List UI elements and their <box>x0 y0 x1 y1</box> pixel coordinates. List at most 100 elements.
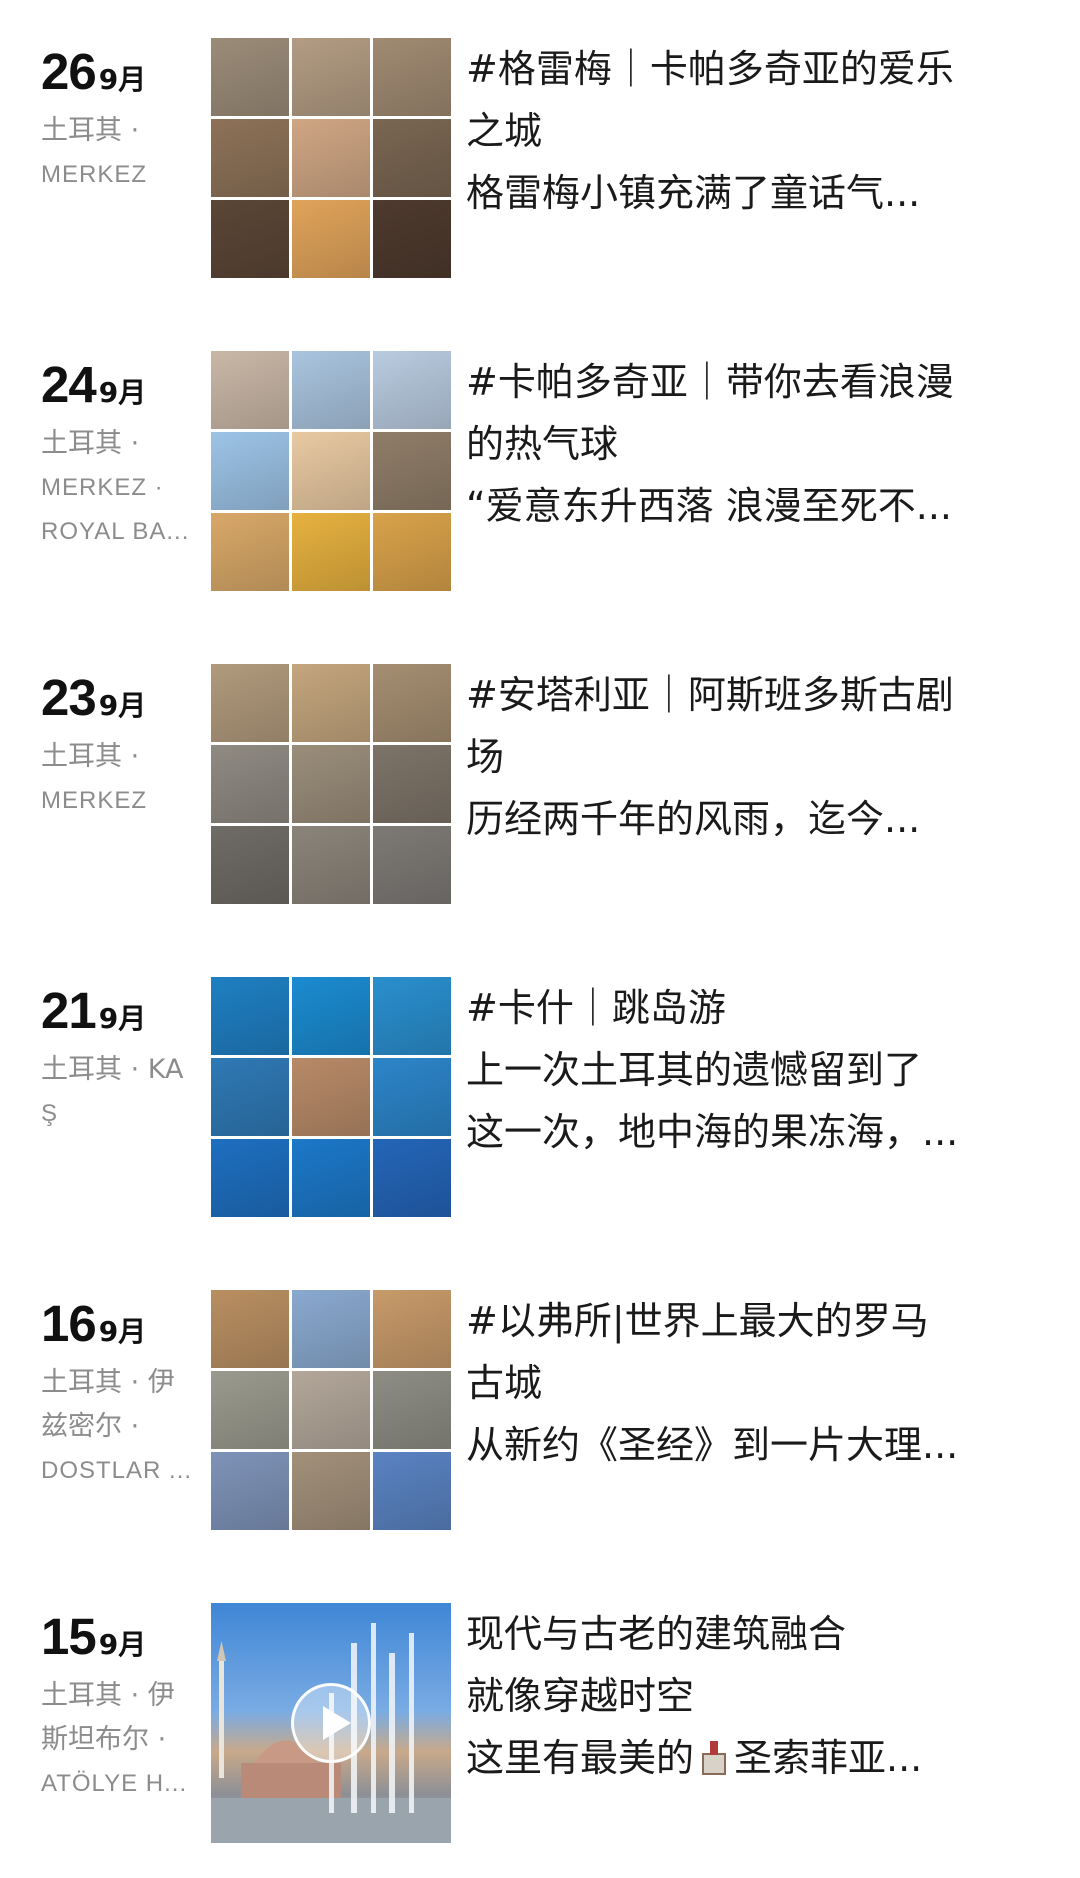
photo-cell <box>292 1290 370 1368</box>
location-line: ROYAL BA... <box>41 518 190 545</box>
photo-cell <box>373 664 451 742</box>
photo-cell <box>211 1139 289 1217</box>
photo-cell <box>211 1058 289 1136</box>
photo-cell <box>373 745 451 823</box>
photo-cell <box>373 119 451 197</box>
photo-cell <box>373 1058 451 1136</box>
post-day: 16 <box>41 1295 97 1352</box>
photo-cell <box>211 1452 289 1530</box>
post-day: 24 <box>41 356 97 413</box>
post-item[interactable]: 26 9月 土耳其 · MERKEZ #格雷梅｜卡帕多奇亚的爱乐 之城 格雷梅小镇… <box>0 38 1080 278</box>
post-location: 土耳其 · MERKEZ <box>41 735 191 823</box>
photo-cell <box>292 1058 370 1136</box>
photo-cell <box>292 1452 370 1530</box>
post-location: 土耳其 · MERKEZ · ROYAL BA... <box>41 422 191 554</box>
photo-cell <box>373 1290 451 1368</box>
post-day: 26 <box>41 43 97 100</box>
caption-line: #安塔利亚｜阿斯班多斯古剧 <box>466 673 954 717</box>
photo-cell <box>211 351 289 429</box>
caption-line: 历经两千年的风雨，迄今... <box>466 797 921 841</box>
post-item[interactable]: 15 9月 土耳其 · 伊 斯坦布尔 · ATÖLYE H... 现代与古老的建… <box>0 1603 1080 1843</box>
photo-cell <box>211 977 289 1055</box>
location-line: 土耳其 · <box>41 741 140 772</box>
caption-line: 这一次，地中海的果冻海，... <box>466 1110 959 1154</box>
church-icon <box>696 1739 732 1775</box>
post-day: 21 <box>41 982 97 1039</box>
post-month: 9月 <box>98 1628 147 1661</box>
caption-line: 场 <box>466 735 505 779</box>
photo-cell <box>292 745 370 823</box>
photo-cell <box>292 119 370 197</box>
video-thumbnail[interactable] <box>211 1603 451 1843</box>
photo-grid-thumbnail[interactable] <box>211 977 451 1217</box>
photo-grid-thumbnail[interactable] <box>211 351 451 591</box>
post-date: 21 9月 土耳其 · KA Ş <box>41 985 191 1136</box>
caption-line: 古城 <box>466 1361 543 1405</box>
caption-line: 的热气球 <box>466 422 619 466</box>
photo-cell <box>211 432 289 510</box>
photo-cell <box>292 1139 370 1217</box>
location-line: 斯坦布尔 · <box>41 1724 167 1755</box>
photo-cell <box>211 1290 289 1368</box>
location-line: MERKEZ · <box>41 474 164 501</box>
photo-cell <box>292 977 370 1055</box>
photo-cell <box>292 826 370 904</box>
location-line: Ş <box>41 1100 59 1127</box>
post-caption[interactable]: #格雷梅｜卡帕多奇亚的爱乐 之城 格雷梅小镇充满了童话气... <box>466 38 1031 224</box>
post-caption[interactable]: #卡什｜跳岛游 上一次土耳其的遗憾留到了 这一次，地中海的果冻海，... <box>466 977 1031 1163</box>
post-caption[interactable]: #卡帕多奇亚｜带你去看浪漫 的热气球 “爱意东升西落 浪漫至死不... <box>466 351 1031 537</box>
photo-cell <box>373 977 451 1055</box>
location-line: DOSTLAR ... <box>41 1457 191 1484</box>
play-icon[interactable] <box>291 1683 371 1763</box>
photo-cell <box>373 432 451 510</box>
post-date: 23 9月 土耳其 · MERKEZ <box>41 672 191 823</box>
caption-text: 这里有最美的 <box>466 1736 695 1780</box>
post-date: 24 9月 土耳其 · MERKEZ · ROYAL BA... <box>41 359 191 554</box>
post-caption[interactable]: 现代与古老的建筑融合 就像穿越时空 这里有最美的 圣索菲亚... <box>466 1603 1031 1789</box>
post-day: 23 <box>41 669 97 726</box>
photo-cell <box>373 1452 451 1530</box>
post-location: 土耳其 · 伊 斯坦布尔 · ATÖLYE H... <box>41 1674 191 1806</box>
photo-cell <box>211 38 289 116</box>
post-month: 9月 <box>98 1002 147 1035</box>
location-line: ATÖLYE H... <box>41 1770 188 1797</box>
photo-cell <box>292 351 370 429</box>
photo-cell <box>211 513 289 591</box>
photo-grid-thumbnail[interactable] <box>211 38 451 278</box>
photo-cell <box>373 513 451 591</box>
photo-cell <box>292 432 370 510</box>
post-item[interactable]: 23 9月 土耳其 · MERKEZ #安塔利亚｜阿斯班多斯古剧 场 历经两千年的… <box>0 664 1080 904</box>
photo-cell <box>292 664 370 742</box>
photo-cell <box>292 1371 370 1449</box>
photo-grid-thumbnail[interactable] <box>211 664 451 904</box>
photo-cell <box>211 664 289 742</box>
photo-cell <box>211 826 289 904</box>
caption-line: #卡什｜跳岛游 <box>466 986 726 1030</box>
photo-cell <box>211 200 289 278</box>
photo-cell <box>211 1371 289 1449</box>
post-item[interactable]: 24 9月 土耳其 · MERKEZ · ROYAL BA... #卡帕多奇亚｜带… <box>0 351 1080 591</box>
caption-line: #以弗所|世界上最大的罗马 <box>466 1299 929 1343</box>
post-caption[interactable]: #安塔利亚｜阿斯班多斯古剧 场 历经两千年的风雨，迄今... <box>466 664 1031 850</box>
caption-line: #卡帕多奇亚｜带你去看浪漫 <box>466 360 954 404</box>
caption-line: 这里有最美的 圣索菲亚... <box>466 1727 1031 1789</box>
post-item[interactable]: 21 9月 土耳其 · KA Ş #卡什｜跳岛游 上一次土耳其的遗憾留到了 这一次… <box>0 977 1080 1217</box>
location-line: MERKEZ <box>41 787 148 814</box>
caption-line: 之城 <box>466 109 543 153</box>
caption-line: 格雷梅小镇充满了童话气... <box>466 171 921 215</box>
photo-cell <box>373 1139 451 1217</box>
photo-cell <box>211 119 289 197</box>
caption-text: 圣索菲亚... <box>734 1736 923 1780</box>
post-location: 土耳其 · 伊 兹密尔 · DOSTLAR ... <box>41 1361 191 1493</box>
post-date: 26 9月 土耳其 · MERKEZ <box>41 46 191 197</box>
photo-grid-thumbnail[interactable] <box>211 1290 451 1530</box>
post-month: 9月 <box>98 63 147 96</box>
post-item[interactable]: 16 9月 土耳其 · 伊 兹密尔 · DOSTLAR ... #以弗所|世界上最… <box>0 1290 1080 1530</box>
photo-cell <box>373 200 451 278</box>
post-month: 9月 <box>98 689 147 722</box>
post-caption[interactable]: #以弗所|世界上最大的罗马 古城 从新约《圣经》到一片大理... <box>466 1290 1031 1476</box>
location-line: 兹密尔 · <box>41 1411 140 1442</box>
caption-line: 现代与古老的建筑融合 <box>466 1612 847 1656</box>
location-line: 土耳其 · 伊 <box>41 1367 175 1398</box>
caption-line: 就像穿越时空 <box>466 1674 695 1718</box>
